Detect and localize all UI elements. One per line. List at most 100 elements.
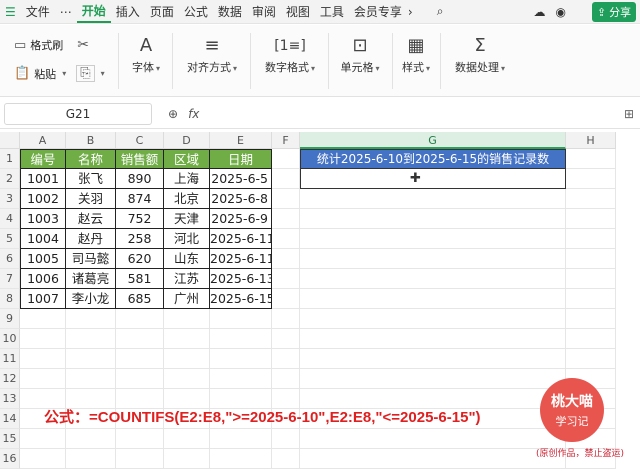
table-cell[interactable]: 赵云 (66, 209, 116, 229)
cell[interactable] (272, 209, 300, 229)
table-cell[interactable]: 1004 (20, 229, 66, 249)
cell[interactable] (300, 289, 566, 309)
cell[interactable] (300, 329, 566, 349)
row-header-11[interactable]: 11 (0, 349, 20, 369)
cell[interactable] (164, 329, 210, 349)
app-icon[interactable]: ☰ (0, 5, 21, 19)
cell-group[interactable]: ⊡ 单元格 ▾ (334, 33, 386, 75)
copy-icon[interactable]: ⎘ (76, 65, 95, 82)
row-header-14[interactable]: 14 (0, 409, 20, 429)
table-header-cell[interactable]: 日期 (210, 149, 272, 169)
cell[interactable] (272, 429, 300, 449)
cell[interactable] (566, 289, 616, 309)
cell[interactable] (272, 289, 300, 309)
cell[interactable] (300, 309, 566, 329)
table-cell[interactable]: 2025-6-8 (210, 189, 272, 209)
column-header-d[interactable]: D (164, 132, 210, 149)
avatar[interactable]: ◉ (550, 5, 570, 19)
cell[interactable] (566, 269, 616, 289)
table-cell[interactable]: 广州 (164, 289, 210, 309)
cell[interactable] (300, 369, 566, 389)
cell[interactable] (20, 429, 66, 449)
format-painter-button[interactable]: ▭ 格式刷 ✂ (14, 37, 89, 53)
cell[interactable] (66, 329, 116, 349)
row-header-1[interactable]: 1 (0, 149, 20, 169)
table-cell[interactable]: 张飞 (66, 169, 116, 189)
cell[interactable] (66, 349, 116, 369)
number-format-group[interactable]: [1≡] 数字格式 ▾ (256, 33, 324, 75)
cell[interactable] (272, 349, 300, 369)
cell[interactable] (210, 429, 272, 449)
row-header-7[interactable]: 7 (0, 269, 20, 289)
menu-file[interactable]: 文件 (21, 3, 55, 20)
cell[interactable] (272, 149, 300, 169)
cell[interactable] (210, 329, 272, 349)
row-header-13[interactable]: 13 (0, 389, 20, 409)
cell[interactable] (164, 449, 210, 469)
cell[interactable] (116, 329, 164, 349)
cell[interactable] (20, 449, 66, 469)
column-header-c[interactable]: C (116, 132, 164, 149)
row-header-12[interactable]: 12 (0, 369, 20, 389)
row-header-2[interactable]: 2 (0, 169, 20, 189)
cell[interactable] (210, 369, 272, 389)
cell[interactable] (210, 349, 272, 369)
table-cell[interactable]: 2025-6-13 (210, 269, 272, 289)
tab-view[interactable]: 视图 (281, 3, 315, 20)
cell[interactable] (272, 269, 300, 289)
table-cell[interactable]: 685 (116, 289, 164, 309)
cell[interactable] (300, 449, 566, 469)
row-header-6[interactable]: 6 (0, 249, 20, 269)
row-header-10[interactable]: 10 (0, 329, 20, 349)
cell[interactable] (272, 309, 300, 329)
table-cell[interactable]: 司马懿 (66, 249, 116, 269)
cell[interactable] (20, 349, 66, 369)
cell[interactable] (164, 309, 210, 329)
cell[interactable] (66, 429, 116, 449)
table-header-cell[interactable]: 区域 (164, 149, 210, 169)
tab-formula[interactable]: 公式 (179, 3, 213, 20)
table-cell[interactable]: 752 (116, 209, 164, 229)
table-cell[interactable]: 山东 (164, 249, 210, 269)
table-cell[interactable]: 620 (116, 249, 164, 269)
font-group[interactable]: A 字体 ▾ (126, 33, 166, 75)
cell[interactable] (116, 429, 164, 449)
table-cell[interactable]: 2025-6-11 (210, 229, 272, 249)
tab-member[interactable]: 会员专享 (349, 3, 403, 20)
tab-tools[interactable]: 工具 (315, 3, 349, 20)
column-header-f[interactable]: F (272, 132, 300, 149)
column-header-a[interactable]: A (20, 132, 66, 149)
table-cell[interactable]: 北京 (164, 189, 210, 209)
tab-insert[interactable]: 插入 (111, 3, 145, 20)
data-process-group[interactable]: Σ 数据处理 ▾ (450, 33, 510, 75)
table-cell[interactable]: 581 (116, 269, 164, 289)
select-all-corner[interactable] (0, 132, 20, 149)
table-cell[interactable]: 890 (116, 169, 164, 189)
cell[interactable] (300, 249, 566, 269)
cell[interactable] (116, 449, 164, 469)
cell[interactable] (116, 349, 164, 369)
table-cell[interactable]: 天津 (164, 209, 210, 229)
cell[interactable] (566, 249, 616, 269)
table-cell[interactable]: 1006 (20, 269, 66, 289)
cell[interactable] (66, 309, 116, 329)
cell[interactable] (116, 309, 164, 329)
table-header-cell[interactable]: 编号 (20, 149, 66, 169)
table-cell[interactable]: 李小龙 (66, 289, 116, 309)
table-cell[interactable]: 1007 (20, 289, 66, 309)
cell[interactable] (272, 189, 300, 209)
table-cell[interactable]: 赵丹 (66, 229, 116, 249)
cell[interactable] (20, 329, 66, 349)
cell[interactable] (300, 209, 566, 229)
row-header-8[interactable]: 8 (0, 289, 20, 309)
zoom-icon[interactable]: ⊕ (168, 107, 178, 121)
cloud-icon[interactable]: ☁ (528, 5, 550, 19)
table-cell[interactable]: 1005 (20, 249, 66, 269)
cell[interactable] (566, 329, 616, 349)
style-group[interactable]: ▦ 样式 ▾ (398, 33, 434, 75)
table-cell[interactable]: 河北 (164, 229, 210, 249)
row-header-9[interactable]: 9 (0, 309, 20, 329)
cell[interactable] (272, 249, 300, 269)
table-header-cell[interactable]: 销售额 (116, 149, 164, 169)
g-header-cell[interactable]: 统计2025-6-10到2025-6-15的销售记录数 (300, 149, 566, 169)
